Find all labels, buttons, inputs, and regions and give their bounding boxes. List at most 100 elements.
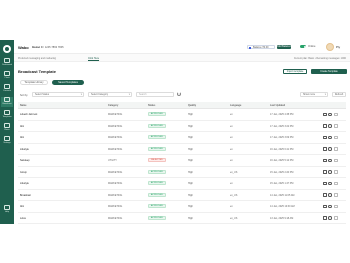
sidebar-item-settings[interactable]: Settings <box>1 136 13 146</box>
table-row[interactable]: Abc MARKETING APPROVED High en 17 Jan, 2025 3… <box>18 132 346 144</box>
view-icon[interactable] <box>328 158 332 162</box>
status-select[interactable]: Select Status <box>32 92 84 97</box>
table-row[interactable]: Lokesh Jani test MARKETING APPROVED High en 1… <box>18 109 346 121</box>
edit-icon[interactable] <box>323 204 327 208</box>
reload-icon[interactable] <box>177 92 181 96</box>
template-category: MARKETING <box>108 216 123 220</box>
table-row[interactable]: Group MARKETING APPROVED High en_US 15 Jan, 2… <box>18 167 346 178</box>
edit-icon[interactable] <box>323 158 327 162</box>
sidebar-item-templates[interactable]: Templates <box>1 110 13 120</box>
template-name: Abc <box>20 124 25 128</box>
template-language: en_US <box>230 193 238 197</box>
view-icon[interactable] <box>328 181 332 185</box>
edit-icon[interactable] <box>323 216 327 220</box>
import-template-button[interactable]: Import template <box>283 69 307 74</box>
template-name: Group <box>20 170 27 174</box>
template-name: Lifestyle <box>20 147 29 151</box>
view-icon[interactable] <box>328 135 332 139</box>
template-name: Broadcast <box>20 193 31 197</box>
table-row[interactable]: Lifestyle MARKETING APPROVED High en 15 Jan, … <box>18 178 346 190</box>
template-updated: 15 Jan, 2025 2:20 PM <box>270 170 294 174</box>
header-status[interactable]: Status <box>148 104 155 107</box>
template-updated: 17 Jan, 2025 3:09 PM <box>270 136 294 139</box>
delete-icon[interactable] <box>334 124 338 128</box>
template-category: MARKETING <box>108 182 123 185</box>
category-select[interactable]: Select Category <box>88 92 132 97</box>
status-badge: APPROVED <box>148 215 166 220</box>
header-quality[interactable]: Quality <box>188 104 196 107</box>
table-row[interactable]: Lifestyle MARKETING APPROVED High en 16 Jan, … <box>18 144 346 155</box>
view-icon[interactable] <box>328 204 332 208</box>
create-template-button[interactable]: Create Template <box>311 69 347 74</box>
header-category[interactable]: Category <box>108 104 118 107</box>
delete-icon[interactable] <box>334 204 338 208</box>
sidebar-item-flows[interactable]: Flows <box>1 123 13 133</box>
template-quality: High <box>188 193 193 197</box>
template-category: MARKETING <box>108 136 123 139</box>
edit-icon[interactable] <box>323 124 327 128</box>
logo-icon[interactable] <box>3 45 11 53</box>
header-language[interactable]: Language <box>230 104 241 107</box>
search-input[interactable]: Search <box>136 92 174 97</box>
table-row[interactable]: Broadcast MARKETING APPROVED High en_US 14 Ja… <box>18 190 346 201</box>
edit-icon[interactable] <box>323 147 327 151</box>
sort-label: Sort by <box>20 94 28 97</box>
view-icon[interactable] <box>328 193 332 197</box>
sidebar-item-help[interactable]: Help <box>1 205 13 215</box>
delete-icon[interactable] <box>334 170 338 174</box>
sidebar-item-chats[interactable]: Chats <box>1 71 13 81</box>
tab-template-library[interactable]: Template Library <box>20 80 48 85</box>
delete-icon[interactable] <box>334 112 338 116</box>
edit-icon[interactable] <box>323 135 327 139</box>
tab-saved-templates[interactable]: Saved Templates <box>52 80 84 85</box>
table-body: Lokesh Jani test MARKETING APPROVED High en 1… <box>18 109 346 224</box>
sidebar-item-dashboard[interactable]: Dashboard <box>1 58 13 68</box>
notice-link[interactable]: Click Here <box>88 57 99 60</box>
user-name[interactable]: Piy <box>336 45 340 49</box>
app-frame: Dashboard Chats Contacts Broadcast Templ… <box>0 40 350 224</box>
online-toggle[interactable] <box>300 45 306 48</box>
view-icon[interactable] <box>328 112 332 116</box>
header-name[interactable]: Name <box>20 104 27 107</box>
template-category: MARKETING <box>108 113 123 116</box>
delete-icon[interactable] <box>334 135 338 139</box>
header-last-updated[interactable]: Last Updated <box>270 104 285 107</box>
status-badge: APPROVED <box>148 123 166 128</box>
edit-icon[interactable] <box>323 112 327 116</box>
sidebar-item-broadcast[interactable]: Broadcast <box>1 97 13 107</box>
edit-icon[interactable] <box>323 181 327 185</box>
delete-icon[interactable] <box>334 158 338 162</box>
view-icon[interactable] <box>328 170 332 174</box>
table-row[interactable]: Abc MARKETING APPROVED High en 14 Jan, 2025 1… <box>18 201 346 213</box>
delete-icon[interactable] <box>334 193 338 197</box>
view-icon[interactable] <box>328 124 332 128</box>
view-icon[interactable] <box>328 147 332 151</box>
status-badge: APPROVED <box>148 204 166 208</box>
add-balance-button[interactable]: Add Balance <box>277 45 291 49</box>
template-name: Sandeep <box>20 159 30 162</box>
avatar[interactable] <box>326 43 334 51</box>
edit-icon[interactable] <box>323 193 327 197</box>
home-icon <box>4 58 10 63</box>
templates-table: Name Category Status Quality Language La… <box>18 102 346 224</box>
template-name: Lokesh Jani test <box>20 113 38 116</box>
edit-icon[interactable] <box>323 170 327 174</box>
template-updated: 17 Jan, 2025 4:38 PM <box>270 113 294 116</box>
balance-chip[interactable]: Balance ₹0.00 <box>247 45 275 49</box>
template-category: MARKETING <box>108 205 123 208</box>
template-category: UTILITY <box>108 159 117 162</box>
status-badge: APPROVED <box>148 112 166 116</box>
view-icon[interactable] <box>328 216 332 220</box>
refresh-button[interactable]: Refresh <box>332 92 346 97</box>
delete-icon[interactable] <box>334 181 338 185</box>
template-quality: High <box>188 136 193 139</box>
table-row[interactable]: Abc MARKETING APPROVED High en 17 Jan, 2025 3… <box>18 121 346 132</box>
table-row[interactable]: Lotus MARKETING APPROVED High en_US 13 Jan, 2… <box>18 213 346 224</box>
table-row[interactable]: Sandeep UTILITY REJECTED High en 16 Jan, 2025… <box>18 155 346 167</box>
show-more-select[interactable]: Show more <box>300 92 328 97</box>
template-quality: High <box>188 182 193 185</box>
delete-icon[interactable] <box>334 147 338 151</box>
gear-icon <box>4 136 10 141</box>
sidebar-item-contacts[interactable]: Contacts <box>1 84 13 94</box>
delete-icon[interactable] <box>334 216 338 220</box>
